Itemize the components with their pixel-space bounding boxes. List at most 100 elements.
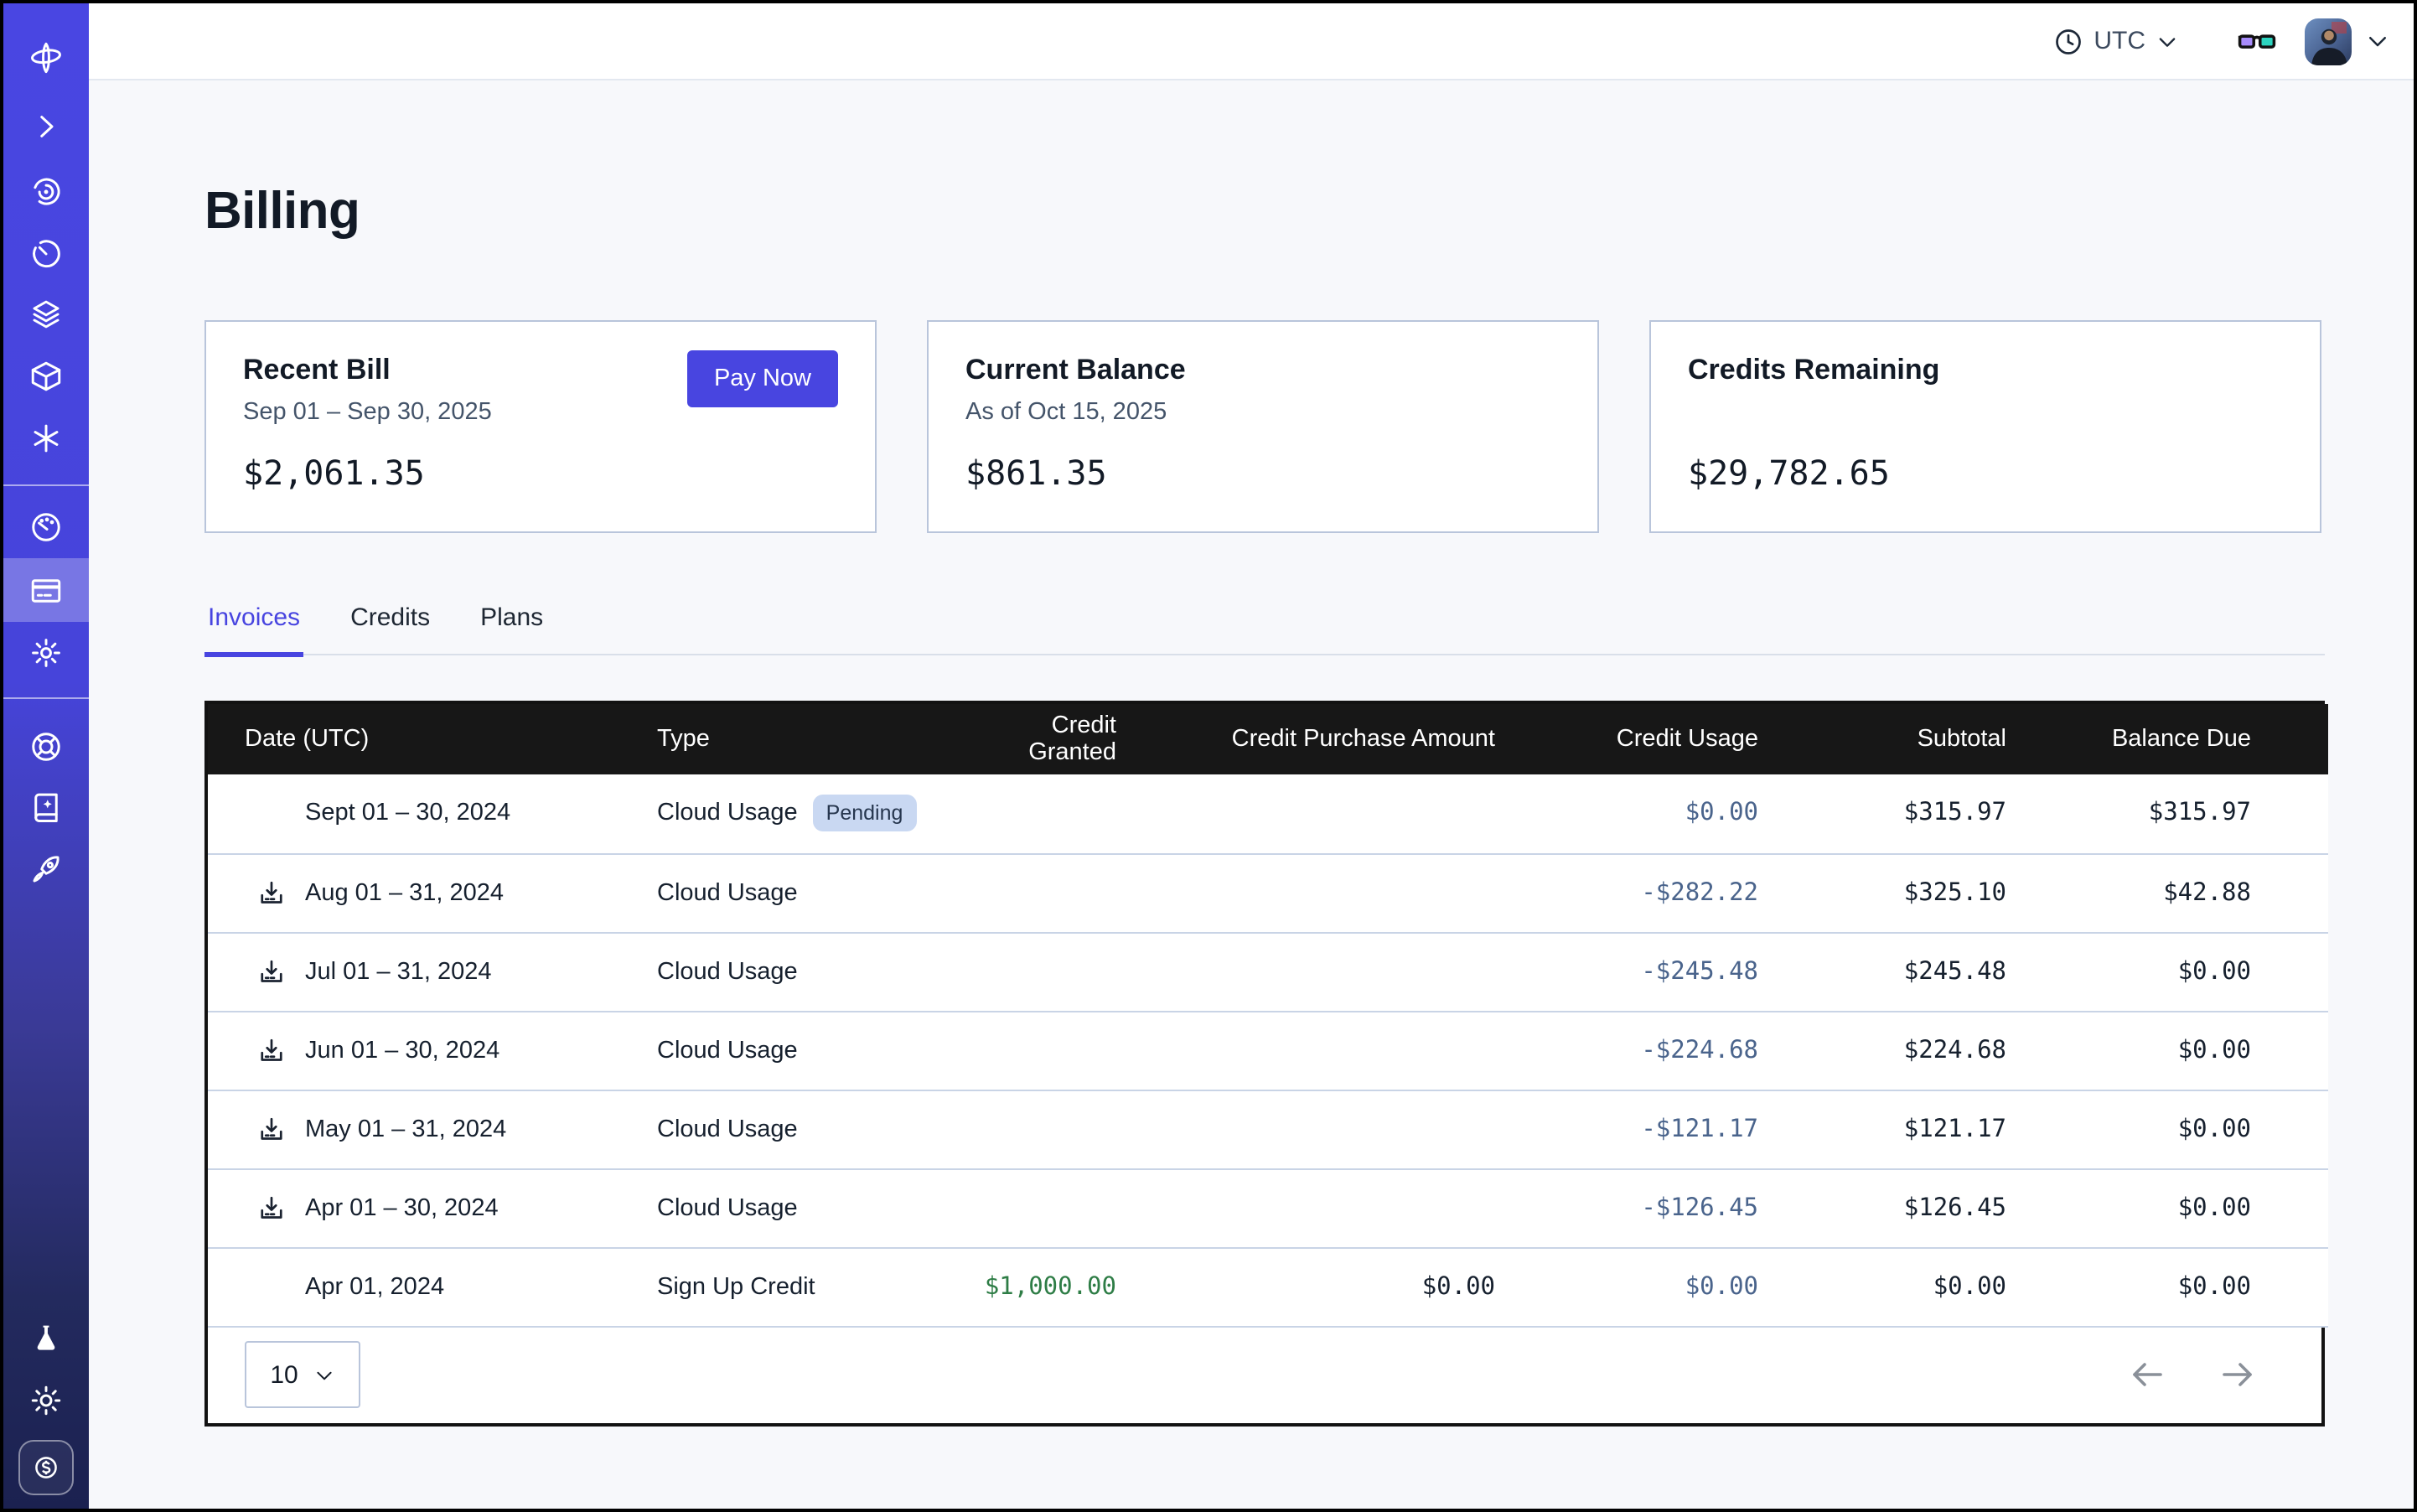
invoice-type: Cloud Usage xyxy=(657,1194,798,1221)
download-invoice-icon[interactable] xyxy=(256,1193,287,1223)
dollar-badge-icon[interactable] xyxy=(18,1440,74,1495)
invoice-date: Jul 01 – 31, 2024 xyxy=(305,958,492,985)
balance-due-value: $42.88 xyxy=(2037,853,2328,932)
credit-usage-value: -$126.45 xyxy=(1525,1168,1788,1247)
helm-icon[interactable] xyxy=(3,714,89,778)
table-row: May 01 – 31, 2024Cloud Usage-$121.17$121… xyxy=(208,1090,2328,1168)
avatar[interactable] xyxy=(2305,18,2352,65)
chevron-down-icon[interactable] xyxy=(2365,28,2390,54)
previous-page-button[interactable] xyxy=(2127,1354,2167,1395)
credit-usage-value: -$245.48 xyxy=(1525,932,1788,1011)
asterisk-icon[interactable] xyxy=(3,406,89,469)
clock-icon xyxy=(2053,26,2083,56)
credit-granted-value xyxy=(949,853,1146,932)
column-header-credit-granted: Credit Granted xyxy=(949,704,1146,774)
download-invoice-icon[interactable] xyxy=(256,956,287,986)
summary-cards: Recent Bill Sep 01 – Sep 30, 2025 $2,061… xyxy=(204,320,2325,533)
tab-invoices[interactable]: Invoices xyxy=(204,603,303,654)
timezone-label: UTC xyxy=(2094,27,2145,55)
credit-purchase-value: $0.00 xyxy=(1146,1247,1525,1326)
sidebar xyxy=(3,3,89,1509)
invoices-table: Date (UTC) Type Credit Granted Credit Pu… xyxy=(204,701,2325,1426)
invoice-type: Cloud Usage xyxy=(657,1116,798,1142)
balance-due-value: $315.97 xyxy=(2037,774,2328,853)
balance-due-value: $0.00 xyxy=(2037,1247,2328,1326)
sidebar-item-billing[interactable] xyxy=(3,558,89,622)
gear-icon[interactable] xyxy=(3,620,89,684)
credit-granted-value xyxy=(949,1168,1146,1247)
tab-plans[interactable]: Plans xyxy=(477,603,546,654)
flask-icon[interactable] xyxy=(3,1306,89,1370)
invoice-date: May 01 – 31, 2024 xyxy=(305,1116,506,1142)
column-header-balance-due: Balance Due xyxy=(2037,704,2328,774)
table-header: Date (UTC) Type Credit Granted Credit Pu… xyxy=(208,704,2328,774)
timer-icon[interactable] xyxy=(3,221,89,285)
chevron-down-icon xyxy=(2156,29,2179,53)
current-balance-card: Current Balance As of Oct 15, 2025 $861.… xyxy=(927,320,1599,533)
rocket-icon[interactable] xyxy=(3,836,89,900)
card-amount: $2,061.35 xyxy=(243,453,838,493)
card-amount: $861.35 xyxy=(965,453,1560,493)
tab-credits[interactable]: Credits xyxy=(347,603,433,654)
subtotal-value: $121.17 xyxy=(1788,1090,2037,1168)
layers-icon[interactable] xyxy=(3,282,89,345)
chevron-down-icon xyxy=(313,1364,335,1385)
download-invoice-icon[interactable] xyxy=(256,878,287,908)
spiral-icon[interactable] xyxy=(3,159,89,223)
status-badge: Pending xyxy=(813,795,917,832)
subtotal-value: $126.45 xyxy=(1788,1168,2037,1247)
balance-due-value: $0.00 xyxy=(2037,932,2328,1011)
balance-due-value: $0.00 xyxy=(2037,1168,2328,1247)
card-title: Current Balance xyxy=(965,354,1560,387)
next-page-button[interactable] xyxy=(2218,1354,2258,1395)
card-subtitle xyxy=(1688,399,2283,427)
topbar: UTC xyxy=(89,3,2414,80)
subtotal-value: $245.48 xyxy=(1788,932,2037,1011)
credit-usage-value: -$224.68 xyxy=(1525,1011,1788,1090)
pagination-bar: 10 xyxy=(208,1327,2321,1422)
credit-purchase-value xyxy=(1146,774,1525,853)
credit-usage-value: $0.00 xyxy=(1525,774,1788,853)
sidebar-divider xyxy=(3,697,89,699)
credit-usage-value: -$282.22 xyxy=(1525,853,1788,932)
glasses-icon[interactable] xyxy=(2236,20,2278,62)
chevron-right-icon[interactable] xyxy=(3,94,89,158)
pay-now-button[interactable]: Pay Now xyxy=(687,350,838,407)
balance-due-value: $0.00 xyxy=(2037,1090,2328,1168)
sun-icon[interactable] xyxy=(3,1368,89,1432)
column-header-credit-purchase: Credit Purchase Amount xyxy=(1146,704,1525,774)
credit-granted-value: $1,000.00 xyxy=(949,1247,1146,1326)
column-header-subtotal: Subtotal xyxy=(1788,704,2037,774)
credit-granted-value xyxy=(949,1090,1146,1168)
invoice-date: Apr 01 – 30, 2024 xyxy=(305,1194,499,1221)
invoice-type: Cloud Usage xyxy=(657,879,798,906)
invoice-type: Sign Up Credit xyxy=(657,1273,815,1300)
table-row: Apr 01 – 30, 2024 Cloud Usage -$126.45$126… xyxy=(208,1168,2328,1247)
invoice-date: Apr 01, 2024 xyxy=(305,1273,444,1300)
invoice-type: Cloud Usage xyxy=(657,1037,798,1064)
page-size-select[interactable]: 10 xyxy=(245,1341,360,1408)
timezone-selector[interactable]: UTC xyxy=(2053,26,2179,56)
credit-granted-value xyxy=(949,932,1146,1011)
gauge-icon[interactable] xyxy=(3,495,89,558)
recent-bill-card: Recent Bill Sep 01 – Sep 30, 2025 $2,061… xyxy=(204,320,877,533)
table-row: Jun 01 – 30, 2024Cloud Usage-$224.68$224… xyxy=(208,1011,2328,1090)
screenshot-root: UTC Billing xyxy=(0,0,2417,1512)
billing-tabs: Invoices Credits Plans xyxy=(204,603,2325,655)
invoice-type: Cloud Usage xyxy=(657,800,798,827)
credit-granted-value xyxy=(949,1011,1146,1090)
subtotal-value: $0.00 xyxy=(1788,1247,2037,1326)
invoice-type: Cloud Usage xyxy=(657,958,798,985)
download-invoice-icon[interactable] xyxy=(256,1114,287,1144)
page-size-value: 10 xyxy=(270,1360,298,1389)
cube-icon[interactable] xyxy=(3,344,89,407)
card-subtitle: As of Oct 15, 2025 xyxy=(965,399,1560,427)
subtotal-value: $325.10 xyxy=(1788,853,2037,932)
orbit-logo-icon[interactable] xyxy=(3,25,89,89)
download-invoice-icon[interactable] xyxy=(256,1035,287,1065)
credit-granted-value xyxy=(949,774,1146,853)
invoice-date: Jun 01 – 30, 2024 xyxy=(305,1037,499,1064)
column-header-date: Date (UTC) xyxy=(208,704,627,774)
table-row: Sept 01 – 30, 2024Cloud UsagePending$0.0… xyxy=(208,774,2328,853)
book-sparkle-icon[interactable] xyxy=(3,774,89,838)
